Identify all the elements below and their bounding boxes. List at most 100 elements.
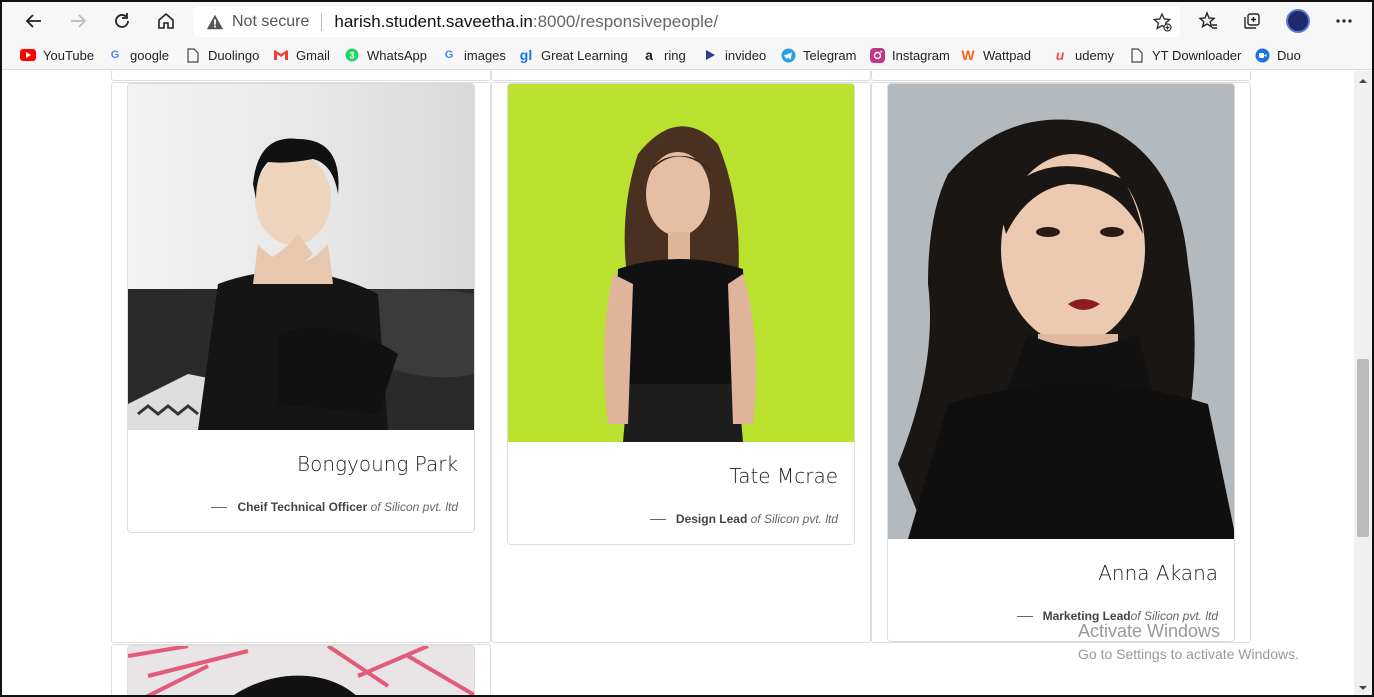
bookmark-instagram[interactable]: Instagram xyxy=(869,45,950,65)
instagram-icon xyxy=(869,47,885,63)
person-photo xyxy=(128,646,474,695)
forward-button[interactable] xyxy=(63,6,93,36)
bookmark-wattpad[interactable]: W Wattpad xyxy=(960,45,1031,65)
wattpad-icon: W xyxy=(961,47,975,63)
bookmark-label: Duolingo xyxy=(208,47,260,63)
udemy-icon: u xyxy=(1055,47,1065,63)
back-button[interactable] xyxy=(19,6,49,36)
add-favorite-icon[interactable] xyxy=(1152,12,1172,32)
bookmark-label: Instagram xyxy=(892,47,950,63)
bookmark-label: udemy xyxy=(1075,47,1115,63)
page-icon xyxy=(1129,47,1145,63)
bookmark-label: ring xyxy=(664,47,686,63)
bookmark-duolingo[interactable]: Duolingo xyxy=(185,45,259,65)
gmail-icon xyxy=(273,47,289,63)
menu-button[interactable] xyxy=(1329,6,1359,36)
person-name: Anna Akana xyxy=(1098,561,1218,585)
security-label: Not secure xyxy=(232,12,310,30)
page-scrollbar[interactable] xyxy=(1354,71,1372,695)
warning-icon xyxy=(206,14,224,29)
bookmark-images[interactable]: G images xyxy=(441,45,506,65)
activation-watermark: Activate Windows Go to Settings to activ… xyxy=(1078,621,1299,662)
scroll-up-icon[interactable] xyxy=(1358,76,1368,86)
prev-card-container xyxy=(871,71,1251,81)
bookmark-label: WhatsApp xyxy=(367,47,427,63)
url-path: :8000/responsivepeople/ xyxy=(532,11,719,31)
person-photo xyxy=(888,84,1234,539)
bookmark-youtube[interactable]: YouTube xyxy=(20,45,94,65)
prev-card-container xyxy=(491,71,871,81)
person-portrait-image xyxy=(128,646,474,695)
person-photo xyxy=(508,84,854,442)
arrow-left-icon xyxy=(25,14,41,28)
amazon-icon: a xyxy=(645,47,653,63)
person-name: Tate Mcrae xyxy=(729,464,838,488)
address-divider xyxy=(321,12,323,31)
role-company: of Silicon pvt. ltd xyxy=(750,512,838,526)
bookmark-whatsapp[interactable]: 3 WhatsApp xyxy=(344,45,427,65)
browser-toolbar: Not secure harish.student.saveetha.in:80… xyxy=(2,2,1372,40)
youtube-icon xyxy=(20,47,36,63)
person-photo xyxy=(128,84,474,430)
page-viewport: Bongyoung Park Cheif Technical Officer o… xyxy=(2,71,1354,695)
bookmark-label: YouTube xyxy=(43,47,95,63)
bookmark-label: Duo xyxy=(1277,47,1301,63)
person-card: Anna Akana Marketing Leadof Silicon pvt.… xyxy=(887,83,1235,642)
bookmark-label: invideo xyxy=(725,47,767,63)
bookmark-label: Wattpad xyxy=(983,47,1031,63)
duo-icon xyxy=(1254,47,1270,63)
favorites-icon xyxy=(1198,11,1217,29)
person-card: Bongyoung Park Cheif Technical Officer o… xyxy=(127,83,475,533)
page-icon xyxy=(185,47,201,63)
bookmark-telegram[interactable]: Telegram xyxy=(780,45,856,65)
address-bar[interactable]: Not secure harish.student.saveetha.in:80… xyxy=(194,6,1180,37)
google-icon: G xyxy=(110,49,120,61)
home-button[interactable] xyxy=(151,6,181,36)
collections-icon xyxy=(1244,13,1260,29)
google-icon: G xyxy=(444,49,454,61)
watermark-subtitle: Go to Settings to activate Windows. xyxy=(1078,646,1299,662)
whatsapp-icon: 3 xyxy=(344,47,360,63)
invideo-icon xyxy=(702,47,718,63)
bookmark-invideo[interactable]: invideo xyxy=(702,45,766,65)
person-card: Tate Mcrae Design Lead of Silicon pvt. l… xyxy=(507,83,855,545)
browser-window: Not secure harish.student.saveetha.in:80… xyxy=(0,0,1374,697)
bookmark-yt-downloader[interactable]: YT Downloader xyxy=(1129,45,1241,65)
arrow-right-icon xyxy=(71,14,87,28)
bookmark-ring[interactable]: a ring xyxy=(641,45,686,65)
bookmark-label: Gmail xyxy=(296,47,330,63)
person-role: Cheif Technical Officer of Silicon pvt. … xyxy=(211,500,458,514)
scroll-down-icon[interactable] xyxy=(1358,683,1368,693)
more-options-icon xyxy=(1336,19,1352,23)
collections-button[interactable] xyxy=(1237,6,1267,36)
role-title: Design Lead xyxy=(675,512,748,526)
person-name: Bongyoung Park xyxy=(296,452,458,476)
bookmarks-bar: YouTube G google Duolingo Gmail 3 WhatsA… xyxy=(2,40,1372,99)
person-portrait-image xyxy=(128,138,474,430)
bookmark-duo[interactable]: Duo xyxy=(1254,45,1301,65)
profile-avatar[interactable] xyxy=(1286,9,1310,33)
url-host: harish.student.saveetha.in xyxy=(334,11,533,31)
prev-card-container xyxy=(111,71,491,81)
role-company: of Silicon pvt. ltd xyxy=(370,500,458,514)
home-icon xyxy=(158,12,174,29)
person-portrait-image xyxy=(888,84,1234,539)
watermark-title: Activate Windows xyxy=(1078,621,1221,641)
person-role: Design Lead of Silicon pvt. ltd xyxy=(649,512,838,526)
person-portrait-image xyxy=(508,84,854,442)
bookmark-great-learning[interactable]: gl Great Learning xyxy=(518,45,628,65)
bookmark-google[interactable]: G google xyxy=(107,45,169,65)
great-learning-icon: gl xyxy=(519,47,533,63)
reload-icon xyxy=(115,13,129,28)
bookmark-label: images xyxy=(464,47,506,63)
role-title: Cheif Technical Officer xyxy=(237,500,368,514)
bookmark-label: google xyxy=(130,47,170,63)
bookmark-gmail[interactable]: Gmail xyxy=(273,45,330,65)
reload-button[interactable] xyxy=(107,6,137,36)
bookmark-udemy[interactable]: u udemy xyxy=(1052,45,1114,65)
bookmark-label: YT Downloader xyxy=(1152,47,1242,63)
favorites-button[interactable] xyxy=(1193,6,1223,36)
bookmark-label: Telegram xyxy=(803,47,857,63)
person-card xyxy=(127,645,475,695)
scrollbar-thumb[interactable] xyxy=(1357,359,1369,537)
